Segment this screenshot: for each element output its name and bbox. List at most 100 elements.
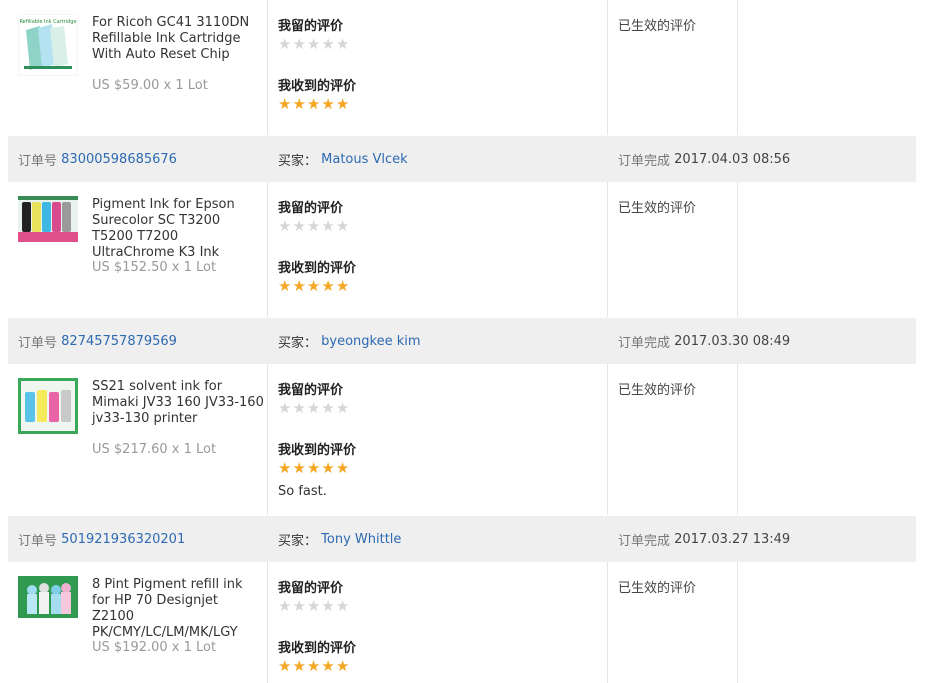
product-title[interactable]: Pigment Ink for Epson Surecolor SC T3200… bbox=[92, 197, 264, 261]
order-number: 订单号 82745757879569 bbox=[18, 318, 177, 364]
received-rating-stars: ★ ★ ★ ★ ★ bbox=[278, 97, 349, 112]
star-empty-icon: ★ bbox=[335, 597, 350, 615]
star-empty-icon: ★ bbox=[306, 35, 321, 53]
given-rating-stars: ★ ★ ★ ★ ★ bbox=[278, 599, 349, 614]
order-complete-label: 订单完成 bbox=[618, 153, 671, 169]
received-feedback-label: 我收到的评价 bbox=[278, 641, 357, 656]
product-price: US $152.50 x 1 Lot bbox=[92, 260, 217, 275]
received-feedback-label: 我收到的评价 bbox=[278, 261, 357, 276]
star-empty-icon: ★ bbox=[306, 597, 321, 615]
star-full-icon: ★ bbox=[335, 657, 350, 675]
star-empty-icon: ★ bbox=[278, 597, 292, 615]
product-title[interactable]: 8 Pint Pigment refill ink for HP 70 Desi… bbox=[92, 577, 264, 641]
star-full-icon: ★ bbox=[335, 277, 350, 295]
star-full-icon: ★ bbox=[292, 277, 306, 295]
buyer: 买家： Tony Whittle bbox=[278, 516, 401, 562]
star-full-icon: ★ bbox=[321, 277, 335, 295]
order-complete: 订单完成 2017.03.27 13:49 bbox=[618, 516, 790, 562]
given-rating-stars: ★ ★ ★ ★ ★ bbox=[278, 219, 349, 234]
star-full-icon: ★ bbox=[306, 657, 321, 675]
given-feedback-label: 我留的评价 bbox=[278, 581, 344, 596]
star-empty-icon: ★ bbox=[335, 217, 350, 235]
star-full-icon: ★ bbox=[292, 95, 306, 113]
feedback-status: 已生效的评价 bbox=[618, 201, 697, 216]
feedback-status: 已生效的评价 bbox=[618, 581, 697, 596]
order-complete-label: 订单完成 bbox=[618, 533, 671, 549]
star-empty-icon: ★ bbox=[292, 217, 306, 235]
order-number: 订单号 501921936320201 bbox=[18, 516, 185, 562]
feedback-comment: So fast. bbox=[278, 484, 327, 499]
order-item-row: 8 Pint Pigment refill ink for HP 70 Desi… bbox=[8, 562, 916, 683]
order-number-link[interactable]: 83000598685676 bbox=[61, 152, 177, 167]
buyer-link[interactable]: Tony Whittle bbox=[321, 532, 401, 547]
star-empty-icon: ★ bbox=[321, 597, 335, 615]
star-empty-icon: ★ bbox=[306, 399, 321, 417]
received-feedback-label: 我收到的评价 bbox=[278, 443, 357, 458]
order-complete-time: 2017.03.27 13:49 bbox=[674, 531, 791, 547]
order-number-link[interactable]: 501921936320201 bbox=[61, 532, 185, 547]
product-title[interactable]: SS21 solvent ink for Mimaki JV33 160 JV3… bbox=[92, 379, 264, 427]
buyer-link[interactable]: Matous Vlcek bbox=[321, 152, 408, 167]
solvent-ink-thumbnail[interactable] bbox=[18, 378, 78, 434]
star-empty-icon: ★ bbox=[292, 35, 306, 53]
svg-text:Refillable Ink Cartridge: Refillable Ink Cartridge bbox=[19, 19, 76, 25]
star-full-icon: ★ bbox=[292, 459, 306, 477]
buyer: 买家： byeongkee kim bbox=[278, 318, 421, 364]
given-feedback-label: 我留的评价 bbox=[278, 201, 344, 216]
ink-cartridge-thumbnail[interactable]: Refillable Ink Cartridge bbox=[18, 14, 78, 76]
star-full-icon: ★ bbox=[335, 459, 350, 477]
order-number-label: 订单号 bbox=[18, 533, 58, 549]
given-feedback-label: 我留的评价 bbox=[278, 19, 344, 34]
product-price: US $217.60 x 1 Lot bbox=[92, 442, 217, 457]
ink-bottles-thumbnail[interactable] bbox=[18, 196, 78, 242]
buyer: 买家： Matous Vlcek bbox=[278, 136, 408, 182]
product-title[interactable]: For Ricoh GC41 3110DN Refillable Ink Car… bbox=[92, 15, 264, 63]
buyer-label: 买家： bbox=[278, 153, 318, 169]
order-number-label: 订单号 bbox=[18, 153, 58, 169]
buyer-label: 买家： bbox=[278, 533, 318, 549]
star-empty-icon: ★ bbox=[306, 217, 321, 235]
order-complete: 订单完成 2017.04.03 08:56 bbox=[618, 136, 790, 182]
star-full-icon: ★ bbox=[321, 657, 335, 675]
order-item-row: Pigment Ink for Epson Surecolor SC T3200… bbox=[8, 182, 916, 317]
star-full-icon: ★ bbox=[278, 459, 292, 477]
star-empty-icon: ★ bbox=[278, 217, 292, 235]
received-rating-stars: ★ ★ ★ ★ ★ bbox=[278, 279, 349, 294]
star-full-icon: ★ bbox=[321, 459, 335, 477]
order-complete-time: 2017.04.03 08:56 bbox=[674, 151, 791, 167]
received-rating-stars: ★ ★ ★ ★ ★ bbox=[278, 659, 349, 674]
order-item-row: SS21 solvent ink for Mimaki JV33 160 JV3… bbox=[8, 364, 916, 515]
feedback-status: 已生效的评价 bbox=[618, 383, 697, 398]
star-empty-icon: ★ bbox=[321, 399, 335, 417]
order-item-row: Refillable Ink Cartridge For Ricoh GC41 … bbox=[8, 0, 916, 135]
star-full-icon: ★ bbox=[335, 95, 350, 113]
star-empty-icon: ★ bbox=[278, 399, 292, 417]
refill-ink-thumbnail[interactable] bbox=[18, 576, 78, 618]
product-price: US $59.00 x 1 Lot bbox=[92, 78, 208, 93]
feedback-status: 已生效的评价 bbox=[618, 19, 697, 34]
product-price: US $192.00 x 1 Lot bbox=[92, 640, 217, 655]
order-header-row: 订单号 501921936320201 买家： Tony Whittle 订单完… bbox=[8, 516, 916, 562]
order-complete-label: 订单完成 bbox=[618, 335, 671, 351]
buyer-label: 买家： bbox=[278, 335, 318, 351]
received-feedback-label: 我收到的评价 bbox=[278, 79, 357, 94]
star-empty-icon: ★ bbox=[321, 35, 335, 53]
star-empty-icon: ★ bbox=[335, 35, 350, 53]
order-number: 订单号 83000598685676 bbox=[18, 136, 177, 182]
star-empty-icon: ★ bbox=[335, 399, 350, 417]
star-empty-icon: ★ bbox=[321, 217, 335, 235]
order-header-row: 订单号 82745757879569 买家： byeongkee kim 订单完… bbox=[8, 318, 916, 364]
order-complete-time: 2017.03.30 08:49 bbox=[674, 333, 791, 349]
star-empty-icon: ★ bbox=[292, 597, 306, 615]
star-full-icon: ★ bbox=[306, 459, 321, 477]
order-header-row: 订单号 83000598685676 买家： Matous Vlcek 订单完成… bbox=[8, 136, 916, 182]
given-feedback-label: 我留的评价 bbox=[278, 383, 344, 398]
given-rating-stars: ★ ★ ★ ★ ★ bbox=[278, 401, 349, 416]
star-full-icon: ★ bbox=[278, 95, 292, 113]
order-number-link[interactable]: 82745757879569 bbox=[61, 334, 177, 349]
star-full-icon: ★ bbox=[278, 277, 292, 295]
given-rating-stars: ★ ★ ★ ★ ★ bbox=[278, 37, 349, 52]
star-full-icon: ★ bbox=[278, 657, 292, 675]
buyer-link[interactable]: byeongkee kim bbox=[321, 334, 420, 349]
star-full-icon: ★ bbox=[292, 657, 306, 675]
